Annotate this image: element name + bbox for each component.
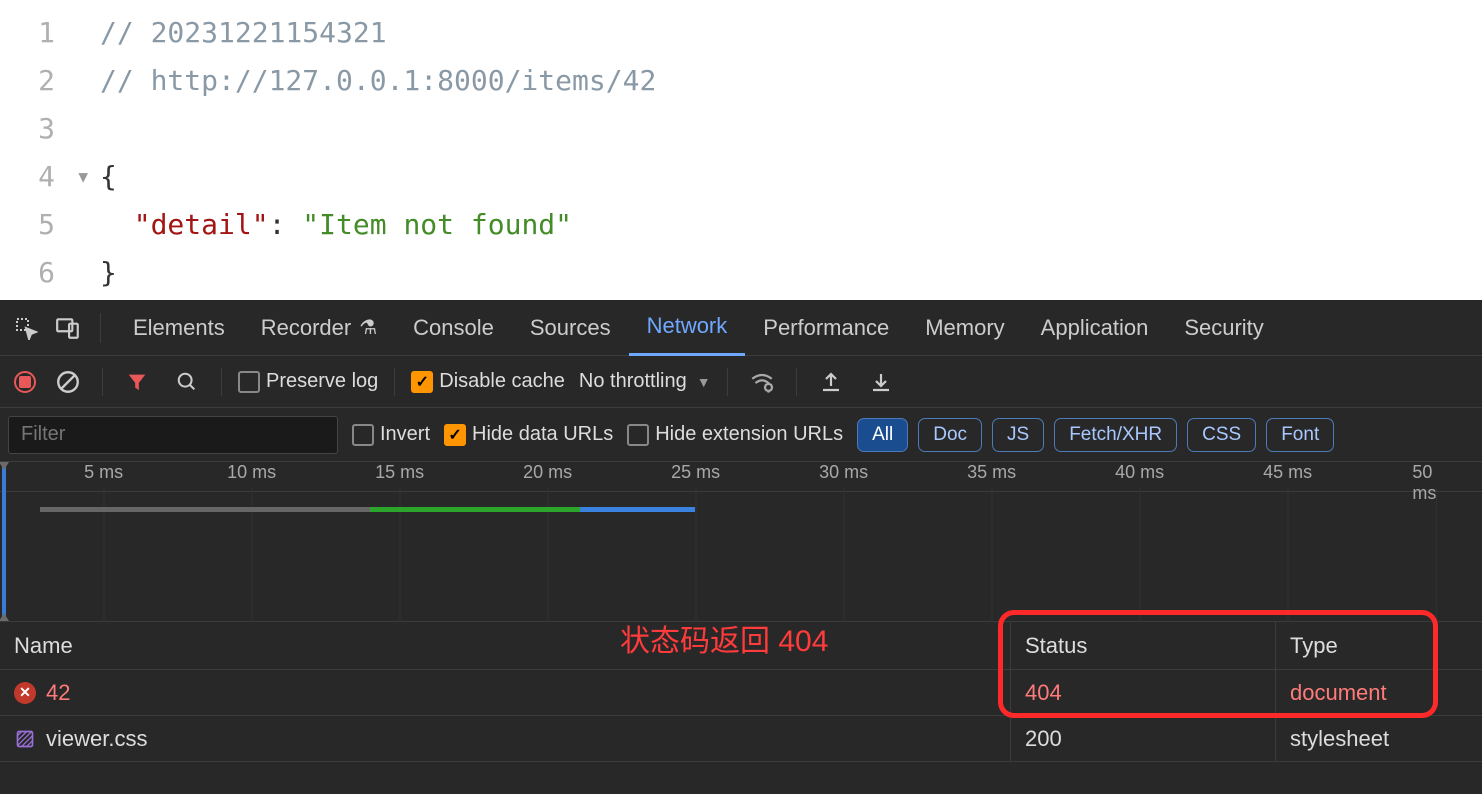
timeline-marker[interactable] [2, 462, 6, 621]
code-editor: 1234▼56 // 20231221154321// http://127.0… [0, 0, 1482, 300]
line-number: 1 [0, 8, 100, 56]
flask-icon: ⚗ [359, 315, 377, 340]
request-type: document [1275, 670, 1482, 715]
tab-performance[interactable]: Performance [745, 300, 907, 356]
code-line: } [100, 248, 1482, 296]
timeline-tick: 35 ms [967, 462, 1016, 483]
timeline-tick: 5 ms [84, 462, 123, 483]
filter-chip-js[interactable]: JS [992, 418, 1044, 452]
code-area: // 20231221154321// http://127.0.0.1:800… [100, 0, 1482, 300]
tab-elements[interactable]: Elements [115, 300, 243, 356]
tab-application[interactable]: Application [1023, 300, 1167, 356]
line-number: 2 [0, 56, 100, 104]
column-status[interactable]: Status [1010, 622, 1275, 669]
network-timeline[interactable]: 5 ms 10 ms 15 ms 20 ms 25 ms 30 ms 35 ms 40 ms 4… [0, 462, 1482, 622]
request-name: viewer.css [46, 726, 147, 752]
inspect-icon[interactable] [8, 310, 44, 346]
filter-chip-doc[interactable]: Doc [918, 418, 982, 452]
timeline-bar [40, 507, 370, 512]
import-har-icon[interactable] [863, 364, 899, 400]
code-line: // 20231221154321 [100, 8, 1482, 56]
timeline-bar [580, 507, 695, 512]
record-button[interactable] [14, 371, 36, 393]
timeline-tick: 20 ms [523, 462, 572, 483]
filter-icon[interactable] [119, 364, 155, 400]
disable-cache-checkbox[interactable]: ✓Disable cache [411, 370, 565, 393]
code-line: "detail": "Item not found" [100, 200, 1482, 248]
filter-chip-font[interactable]: Font [1266, 418, 1334, 452]
timeline-tick: 15 ms [375, 462, 424, 483]
preserve-log-checkbox[interactable]: Preserve log [238, 370, 378, 393]
network-toolbar: Preserve log ✓Disable cache No throttlin… [0, 356, 1482, 408]
tab-security[interactable]: Security [1166, 300, 1281, 356]
tab-recorder[interactable]: Recorder⚗ [243, 300, 395, 356]
timeline-tick: 45 ms [1263, 462, 1312, 483]
device-toggle-icon[interactable] [50, 310, 86, 346]
devtools-tabs-bar: ElementsRecorder⚗ConsoleSourcesNetworkPe… [0, 300, 1482, 356]
timeline-tick: 30 ms [819, 462, 868, 483]
request-type: stylesheet [1275, 716, 1482, 761]
hide-extension-urls-checkbox[interactable]: Hide extension URLs [627, 423, 843, 446]
tab-console[interactable]: Console [395, 300, 512, 356]
request-status: 404 [1010, 670, 1275, 715]
tab-sources[interactable]: Sources [512, 300, 629, 356]
gutter: 1234▼56 [0, 0, 100, 300]
timeline-tick: 10 ms [227, 462, 276, 483]
column-name[interactable]: Name [0, 622, 1010, 669]
search-icon[interactable] [169, 364, 205, 400]
table-header: Name Status Type [0, 622, 1482, 670]
tab-network[interactable]: Network [629, 300, 746, 356]
code-line: // http://127.0.0.1:8000/items/42 [100, 56, 1482, 104]
timeline-tick: 50 ms [1412, 462, 1458, 504]
filter-input[interactable] [8, 416, 338, 454]
request-status: 200 [1010, 716, 1275, 761]
network-table: Name Status Type ✕42404documentviewer.cs… [0, 622, 1482, 762]
devtools-panel: ElementsRecorder⚗ConsoleSourcesNetworkPe… [0, 300, 1482, 794]
clear-button[interactable] [50, 364, 86, 400]
timeline-tick: 25 ms [671, 462, 720, 483]
network-conditions-icon[interactable] [744, 364, 780, 400]
request-name: 42 [46, 680, 70, 706]
export-har-icon[interactable] [813, 364, 849, 400]
filter-chip-all[interactable]: All [857, 418, 908, 452]
error-icon: ✕ [14, 682, 36, 704]
css-file-icon [14, 728, 36, 750]
column-type[interactable]: Type [1275, 622, 1482, 669]
line-number: 3 [0, 104, 100, 152]
filter-chip-fetch-xhr[interactable]: Fetch/XHR [1054, 418, 1177, 452]
throttling-dropdown[interactable]: No throttling ▼ [579, 370, 711, 393]
tab-memory[interactable]: Memory [907, 300, 1022, 356]
chevron-down-icon: ▼ [697, 374, 711, 390]
code-line [100, 104, 1482, 152]
table-row[interactable]: viewer.css 200stylesheet [0, 716, 1482, 762]
line-number: 5 [0, 200, 100, 248]
table-row[interactable]: ✕ 42 404document [0, 670, 1482, 716]
fold-icon[interactable]: ▼ [78, 167, 88, 186]
filter-bar: Invert ✓Hide data URLs Hide extension UR… [0, 408, 1482, 462]
timeline-bar [370, 507, 580, 512]
invert-checkbox[interactable]: Invert [352, 423, 430, 446]
timeline-tick: 40 ms [1115, 462, 1164, 483]
line-number: 4▼ [0, 152, 100, 200]
hide-data-urls-checkbox[interactable]: ✓Hide data URLs [444, 423, 613, 446]
line-number: 6 [0, 248, 100, 296]
code-line: { [100, 152, 1482, 200]
filter-chip-css[interactable]: CSS [1187, 418, 1256, 452]
